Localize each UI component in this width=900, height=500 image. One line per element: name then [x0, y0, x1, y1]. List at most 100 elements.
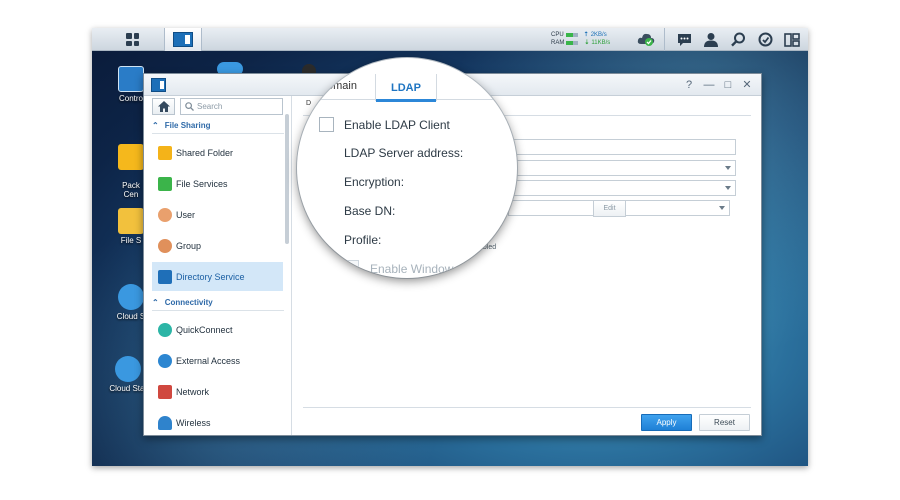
- ram-bar: [566, 41, 579, 45]
- sidebar-item-label: File Services: [176, 178, 228, 189]
- upload-arrow-icon: ⇡: [583, 32, 589, 38]
- section-connectivity[interactable]: ⌃ Connectivity: [152, 298, 213, 307]
- sidebar-item-directory-service[interactable]: Directory Service: [152, 262, 283, 291]
- external-access-icon: [158, 353, 172, 368]
- tab-ldap[interactable]: LDAP: [375, 74, 437, 102]
- reset-button[interactable]: Reset: [699, 414, 750, 431]
- control-panel-icon: [118, 66, 144, 92]
- widgets-icon[interactable]: [757, 32, 773, 47]
- resource-meter[interactable]: CPU ⇡ 2KB/s RAM ⇣ 11KB/s: [551, 31, 629, 48]
- chevron-up-icon: ⌃: [152, 298, 159, 307]
- enable-ldap-client-checkbox[interactable]: [319, 117, 334, 132]
- home-button[interactable]: [152, 98, 175, 115]
- download-speed: 11KB/s: [591, 40, 611, 46]
- ram-label: RAM: [551, 40, 565, 46]
- enable-windows-checkbox[interactable]: [344, 260, 359, 275]
- ldap-server-address-label: LDAP Server address:: [344, 146, 464, 160]
- taskbar-control-panel-button[interactable]: [164, 28, 202, 51]
- home-icon: [157, 101, 170, 112]
- sidebar-item-external-access[interactable]: External Access: [152, 346, 283, 375]
- desktop-icon-label: File S: [120, 236, 142, 245]
- base-dn-label: Base DN:: [344, 204, 396, 218]
- search-input[interactable]: [197, 102, 277, 111]
- sidebar-item-quickconnect[interactable]: QuickConnect: [152, 315, 283, 344]
- section-label: File Sharing: [164, 121, 211, 130]
- magnifier-loupe: omain LDAP Enable LDAP Client LDAP Serve…: [297, 58, 517, 278]
- chevron-down-icon: [725, 186, 731, 190]
- screenshot-stage: CPU ⇡ 2KB/s RAM ⇣ 11KB/s Contro Pack Cen…: [0, 0, 900, 500]
- sidebar-item-file-services[interactable]: File Services: [152, 169, 283, 198]
- user-account-icon[interactable]: [703, 32, 719, 47]
- cloud-icon: [118, 284, 144, 310]
- quickconnect-icon: [158, 322, 172, 337]
- sidebar-item-label: User: [176, 209, 196, 220]
- close-button[interactable]: ✕: [741, 79, 753, 91]
- section-label: Connectivity: [164, 298, 213, 307]
- enable-ldap-client-label: Enable LDAP Client: [344, 118, 450, 132]
- section-divider: [152, 133, 284, 134]
- sidebar-item-label: Shared Folder: [176, 147, 234, 158]
- sidebar-item-label: Directory Service: [176, 271, 245, 282]
- notifications-icon[interactable]: [676, 32, 692, 47]
- apply-button[interactable]: Apply: [641, 414, 692, 431]
- tab-domain-partial[interactable]: D: [306, 100, 311, 107]
- desktop-icon-label: Cloud Stat: [109, 384, 147, 393]
- sidebar-item-user[interactable]: User: [152, 200, 283, 229]
- search-icon[interactable]: [730, 32, 746, 47]
- wireless-icon: [158, 415, 172, 430]
- group-icon: [158, 238, 172, 253]
- control-panel-icon: [173, 32, 193, 47]
- chevron-up-icon: ⌃: [152, 121, 159, 130]
- sidebar: ⌃ File Sharing Shared Folder File Servic…: [144, 96, 292, 435]
- desktop-icon-label: Pack Cen: [122, 181, 140, 199]
- user-icon: [158, 207, 172, 222]
- sidebar-scrollbar[interactable]: [285, 114, 289, 244]
- minimize-button[interactable]: —: [703, 79, 715, 91]
- section-file-sharing[interactable]: ⌃ File Sharing: [152, 121, 211, 130]
- sidebar-item-wireless[interactable]: Wireless: [152, 408, 283, 435]
- cpu-label: CPU: [551, 32, 564, 38]
- desktop-icon-label: Contro: [118, 94, 143, 103]
- desktop-icon-label: Cloud S: [116, 312, 146, 321]
- taskbar-separator: [664, 28, 665, 51]
- control-panel-app-icon: [151, 78, 166, 92]
- main-menu-button[interactable]: [116, 28, 149, 51]
- footer-divider: [303, 407, 751, 408]
- upload-speed: 2KB/s: [590, 32, 607, 38]
- encryption-label: Encryption:: [344, 175, 405, 189]
- chevron-down-icon: [725, 166, 731, 170]
- enable-windows-label: Enable Window: [370, 262, 454, 276]
- file-services-icon: [158, 176, 172, 191]
- encryption-select[interactable]: [508, 160, 736, 176]
- download-arrow-icon: ⇣: [584, 40, 590, 46]
- sidebar-item-label: QuickConnect: [176, 324, 233, 335]
- tab-domain[interactable]: omain: [327, 80, 357, 92]
- sidebar-item-group[interactable]: Group: [152, 231, 283, 260]
- search-box[interactable]: [180, 98, 283, 115]
- help-button[interactable]: ?: [683, 79, 695, 91]
- ldap-server-address-input[interactable]: [508, 139, 736, 155]
- sidebar-item-network[interactable]: Network: [152, 377, 283, 406]
- main-menu-icon: [126, 33, 139, 46]
- sidebar-item-label: External Access: [176, 355, 241, 366]
- show-desktop-icon[interactable]: [784, 32, 800, 47]
- taskbar: CPU ⇡ 2KB/s RAM ⇣ 11KB/s: [92, 28, 808, 51]
- network-icon: [158, 384, 172, 399]
- search-icon: [185, 102, 194, 111]
- package-center-icon: [118, 144, 144, 170]
- chevron-down-icon: [719, 206, 725, 210]
- cloud-sync-status-icon[interactable]: [637, 31, 655, 48]
- sidebar-item-shared-folder[interactable]: Shared Folder: [152, 138, 283, 167]
- directory-service-icon: [158, 269, 172, 284]
- base-dn-select[interactable]: [508, 180, 736, 196]
- file-station-icon: [118, 208, 144, 234]
- profile-label: Profile:: [344, 233, 382, 247]
- section-divider: [152, 310, 284, 311]
- sidebar-item-label: Network: [176, 386, 210, 397]
- edit-profile-button[interactable]: Edit: [593, 200, 626, 217]
- cloud-icon: [115, 356, 141, 382]
- sidebar-item-label: Group: [176, 240, 202, 251]
- sidebar-item-label: Wireless: [176, 417, 211, 428]
- maximize-button[interactable]: □: [722, 79, 734, 91]
- shared-folder-icon: [158, 145, 172, 160]
